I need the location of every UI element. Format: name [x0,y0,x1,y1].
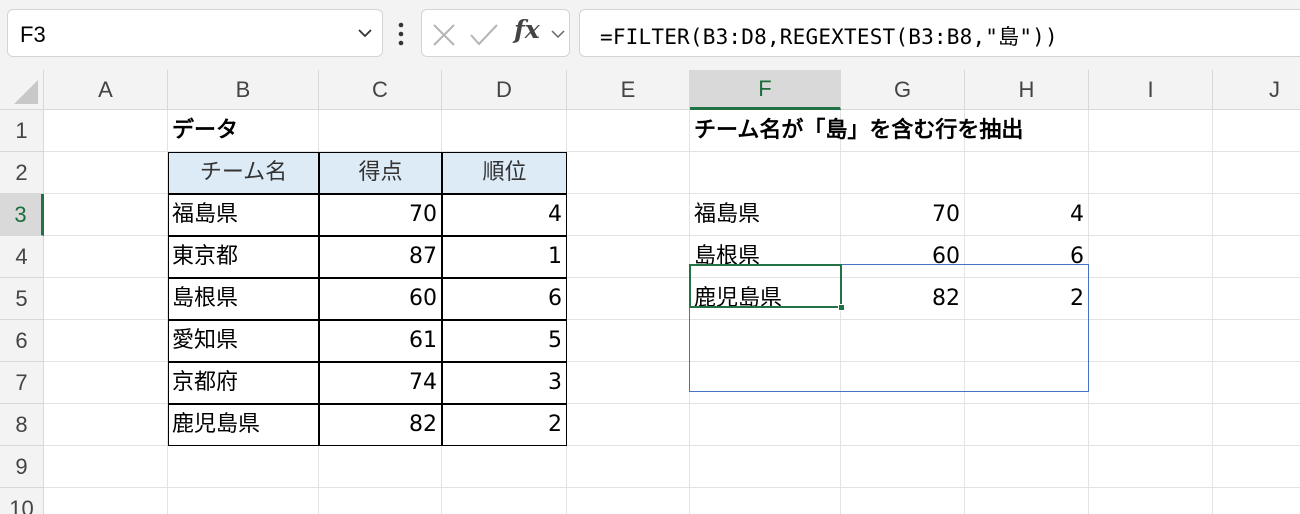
row-header-4[interactable]: 4 [0,236,44,278]
source-table-divider [441,152,443,446]
source-data-cell[interactable]: 61 [319,320,442,362]
column-header-g[interactable]: G [841,70,965,110]
spill-result-cell[interactable]: 2 [965,278,1089,320]
chevron-down-icon[interactable] [550,26,566,42]
column-header-i[interactable]: I [1089,70,1213,110]
spill-result-cell[interactable]: 福島県 [690,194,841,236]
row-header-5[interactable]: 5 [0,278,44,320]
source-data-cell[interactable]: 愛知県 [168,320,319,362]
source-table-divider [168,277,567,279]
source-data-cell[interactable]: 福島県 [168,194,319,236]
source-data-cell[interactable]: 1 [442,236,567,278]
source-data-cell[interactable]: 京都府 [168,362,319,404]
select-all-icon[interactable] [0,70,44,110]
row-header-8[interactable]: 8 [0,404,44,446]
source-data-cell[interactable]: 2 [442,404,567,446]
spill-result-cell[interactable]: 6 [965,236,1089,278]
source-data-cell[interactable]: 87 [319,236,442,278]
row-header-2[interactable]: 2 [0,152,44,194]
source-data-cell[interactable]: 鹿児島県 [168,404,319,446]
source-table-title[interactable]: データ [168,110,319,152]
source-table-divider [168,235,567,237]
source-data-cell[interactable]: 82 [319,404,442,446]
spill-result-cell[interactable]: 島根県 [690,236,841,278]
source-data-cell[interactable]: 東京都 [168,236,319,278]
source-header-cell[interactable]: 得点 [319,152,442,194]
column-header-j[interactable]: J [1213,70,1300,110]
column-header-a[interactable]: A [44,70,168,110]
cancel-icon[interactable] [431,22,457,48]
source-data-cell[interactable]: 70 [319,194,442,236]
source-data-cell[interactable]: 74 [319,362,442,404]
row-header-6[interactable]: 6 [0,320,44,362]
spill-result-cell[interactable]: 70 [841,194,965,236]
column-header-b[interactable]: B [168,70,319,110]
spill-result-cell[interactable]: 60 [841,236,965,278]
spill-result-cell[interactable]: 鹿児島県 [690,278,841,320]
source-table-divider [318,152,320,446]
row-header-3[interactable]: 3 [0,194,44,236]
more-options-icon[interactable] [394,19,408,49]
source-data-cell[interactable]: 4 [442,194,567,236]
sheet-grid: A B C D E F G H I J 1 2 3 4 5 6 7 8 9 10 データ チーム名 得点 順位 福島県 70 4 東京… [0,70,1300,514]
result-table-title[interactable]: チーム名が「島」を含む行を抽出 [690,110,1023,152]
chevron-down-icon[interactable] [356,24,374,42]
source-data-cell[interactable]: 島根県 [168,278,319,320]
source-data-cell[interactable]: 6 [442,278,567,320]
formula-buttons: fx [421,9,570,57]
formula-input[interactable]: =FILTER(B3:D8,REGEXTEST(B3:B8,"島")) [579,9,1300,57]
spill-result-cell[interactable]: 82 [841,278,965,320]
name-box-value: F3 [20,22,46,47]
formula-text: =FILTER(B3:D8,REGEXTEST(B3:B8,"島")) [600,25,1058,49]
formula-bar: F3 fx =FILTER(B3:D8,REGEXTEST(B3:B8,"島")… [0,0,1300,70]
column-header-e[interactable]: E [567,70,690,110]
insert-function-icon[interactable]: fx [514,15,540,44]
column-header-d[interactable]: D [442,70,567,110]
row-header-10[interactable]: 10 [0,488,44,514]
source-data-cell[interactable]: 5 [442,320,567,362]
source-data-cell[interactable]: 3 [442,362,567,404]
source-data-cell[interactable]: 60 [319,278,442,320]
column-header-c[interactable]: C [319,70,442,110]
row-header-1[interactable]: 1 [0,110,44,152]
source-table-divider [168,319,567,321]
fill-handle[interactable] [838,304,845,311]
select-all-corner[interactable] [0,70,44,110]
source-table-divider [168,361,567,363]
source-table-divider [168,403,567,405]
source-header-cell[interactable]: チーム名 [168,152,319,194]
gridline-vertical [1212,110,1213,514]
column-header-h[interactable]: H [965,70,1089,110]
column-header-f[interactable]: F [690,70,841,110]
check-icon[interactable] [469,22,499,48]
name-box[interactable]: F3 [7,9,383,57]
gridline-horizontal [44,487,1300,488]
row-header-9[interactable]: 9 [0,446,44,488]
source-table-divider [168,193,567,195]
source-header-cell[interactable]: 順位 [442,152,567,194]
row-header-7[interactable]: 7 [0,362,44,404]
spill-result-cell[interactable]: 4 [965,194,1089,236]
